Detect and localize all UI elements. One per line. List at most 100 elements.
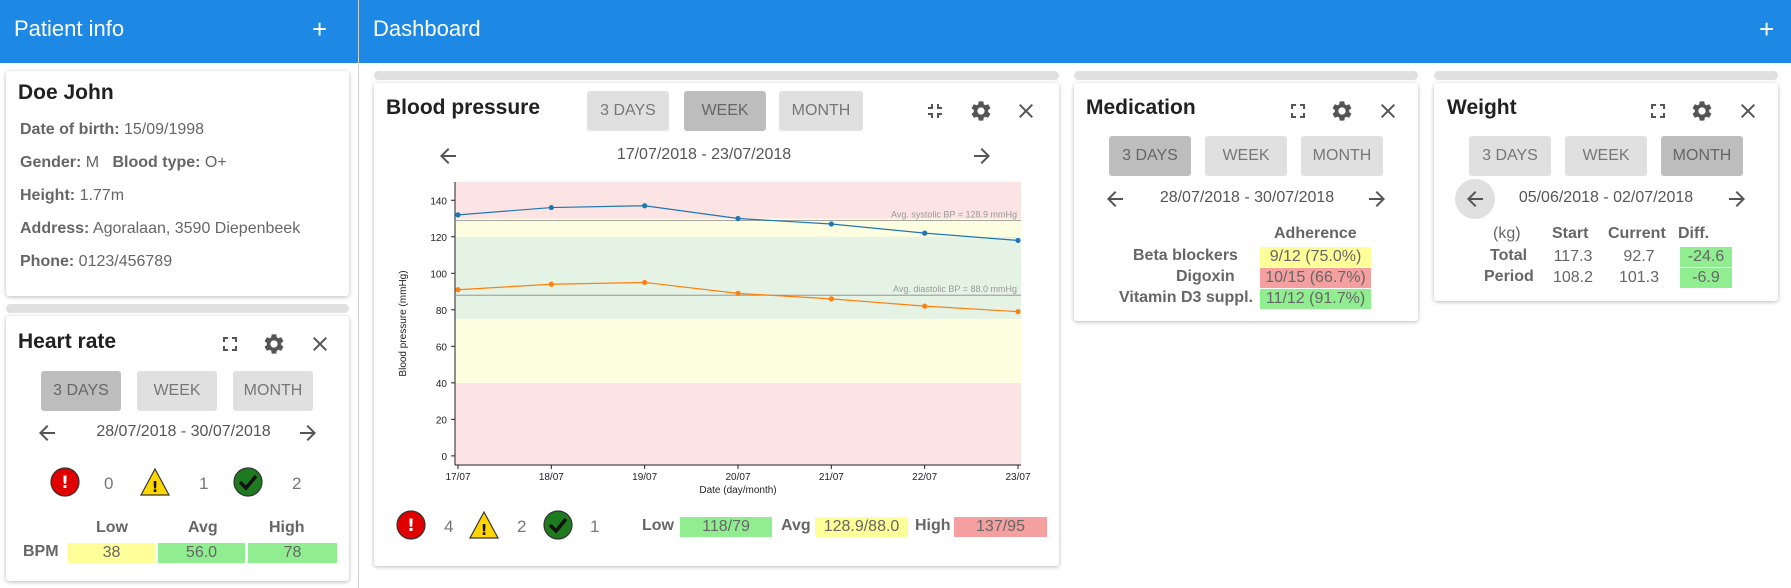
reference-line-label: Avg. systolic BP = 128.9 mmHg [891,210,1017,220]
expand-icon[interactable] [1646,99,1670,123]
patient-info-title: Patient info [14,16,125,41]
weight-row-current: 92.7 [1623,248,1655,265]
systolic-point [455,212,461,218]
weight-card: Weight 3 DAYS WEEK MONTH 05/06/2018 - 02… [1434,83,1778,301]
hr-ok-count: 2 [292,474,302,493]
hr-prev-arrow-icon[interactable] [35,421,59,445]
address-row: Address: Agoralaan, 3590 Diepenbeek [20,220,301,237]
med-tab-3-days[interactable]: 3 DAYS [1109,136,1191,176]
add-patient-plus-icon[interactable]: + [312,16,327,42]
gear-icon[interactable] [969,99,993,123]
weight-prev-arrow-icon[interactable] [1455,179,1495,219]
diastolic-point [1015,309,1021,315]
svg-text:!: ! [152,478,159,496]
systolic-point [828,221,834,227]
bp-low-label: Low [642,517,674,534]
bp-tab-month[interactable]: MONTH [779,91,863,131]
gear-icon[interactable] [1330,99,1354,123]
gear-icon[interactable] [262,332,286,356]
weight-tab-3-days[interactable]: 3 DAYS [1469,136,1551,176]
chart-band [455,318,1021,383]
diastolic-point [828,296,834,302]
collapse-icon[interactable] [923,99,947,123]
expand-icon[interactable] [1286,99,1310,123]
weight-row-label: Period [1484,268,1534,285]
bp-drag-handle[interactable] [374,71,1059,80]
diastolic-point [735,290,741,296]
hr-tab-month[interactable]: MONTH [233,371,313,411]
hr-next-arrow-icon[interactable] [296,421,320,445]
systolic-point [642,203,648,209]
medication-title: Medication [1086,96,1196,119]
med-tab-week[interactable]: WEEK [1205,136,1287,176]
hr-tab-3-days[interactable]: 3 DAYS [41,371,121,411]
close-icon[interactable] [1376,99,1400,123]
bp-prev-arrow-icon[interactable] [436,144,460,168]
bp-ok-count: 1 [590,517,600,536]
x-tick-label: 23/07 [1005,472,1030,483]
systolic-point [1015,237,1021,244]
svg-text:!: ! [61,473,69,493]
bp-tab-week[interactable]: WEEK [684,91,766,131]
patient-name: Doe John [18,81,114,104]
close-icon[interactable] [308,332,332,356]
weight-row-diff: -24.6 [1680,247,1732,267]
med-tab-month[interactable]: MONTH [1301,136,1383,176]
x-tick-label: 22/07 [912,472,937,483]
add-widget-plus-icon[interactable]: + [1759,16,1774,42]
hr-tab-week[interactable]: WEEK [137,371,217,411]
hr-header-low: Low [96,519,128,536]
hr-date-range: 28/07/2018 - 30/07/2018 [96,423,271,440]
critical-alert-icon: ! [396,510,426,540]
med-next-arrow-icon[interactable] [1365,187,1389,211]
gender-blood-row: Gender: M Blood type: O+ [20,154,227,171]
med-row-name: Beta blockers [1133,247,1238,264]
gear-icon[interactable] [1690,99,1714,123]
systolic-point [548,204,554,211]
hr-low-value: 38 [68,543,155,563]
med-prev-arrow-icon[interactable] [1103,187,1127,211]
svg-text:!: ! [407,516,415,536]
systolic-point [735,215,741,222]
diastolic-point [455,287,461,293]
bp-high-label: High [915,517,951,534]
bp-critical-count: 4 [444,517,454,536]
y-tick-label: 140 [430,196,447,207]
weight-row-diff: -6.9 [1680,268,1732,288]
heart-rate-drag-handle[interactable] [6,304,349,313]
bp-tab-3-days[interactable]: 3 DAYS [587,91,669,131]
bp-next-arrow-icon[interactable] [970,144,994,168]
chart-band [455,382,1021,465]
reference-line-label: Avg. diastolic BP = 88.0 mmHg [893,284,1017,294]
heart-rate-card: Heart rate 3 DAYS WEEK MONTH 28/07/2018 … [6,316,349,581]
y-tick-label: 40 [436,379,448,390]
x-tick-label: 20/07 [725,472,750,483]
x-tick-label: 19/07 [632,472,657,483]
heart-rate-title: Heart rate [18,330,117,353]
weight-next-arrow-icon[interactable] [1725,187,1749,211]
weight-drag-handle[interactable] [1434,71,1778,80]
x-tick-label: 17/07 [445,472,470,483]
blood-pressure-chart: 0 20 40 60 80 100 120 140 17/07 18/07 19/07 20/07 21… [398,182,1031,496]
ok-check-icon [233,467,263,497]
warning-icon: ! [469,510,499,539]
dob-row: Date of birth: 15/09/1998 [20,121,205,138]
medication-drag-handle[interactable] [1074,71,1418,80]
bp-avg-value: 128.9/88.0 [815,517,908,537]
critical-alert-icon: ! [50,467,80,497]
weight-row-current: 101.3 [1618,269,1660,286]
expand-icon[interactable] [218,332,242,356]
close-icon[interactable] [1736,99,1760,123]
med-row-name: Digoxin [1176,268,1235,285]
y-tick-label: 60 [436,342,448,353]
med-row-value: 11/12 (91.7%) [1260,289,1371,309]
weight-tab-month[interactable]: MONTH [1661,136,1743,176]
hr-header-high: High [269,519,305,536]
med-row-value: 9/12 (75.0%) [1260,247,1371,267]
x-tick-label: 21/07 [819,472,844,483]
close-icon[interactable] [1014,99,1038,123]
x-axis-label: Date (day/month) [699,485,776,496]
bp-warning-count: 2 [517,517,527,536]
med-date-range: 28/07/2018 - 30/07/2018 [1159,189,1335,206]
weight-tab-week[interactable]: WEEK [1565,136,1647,176]
